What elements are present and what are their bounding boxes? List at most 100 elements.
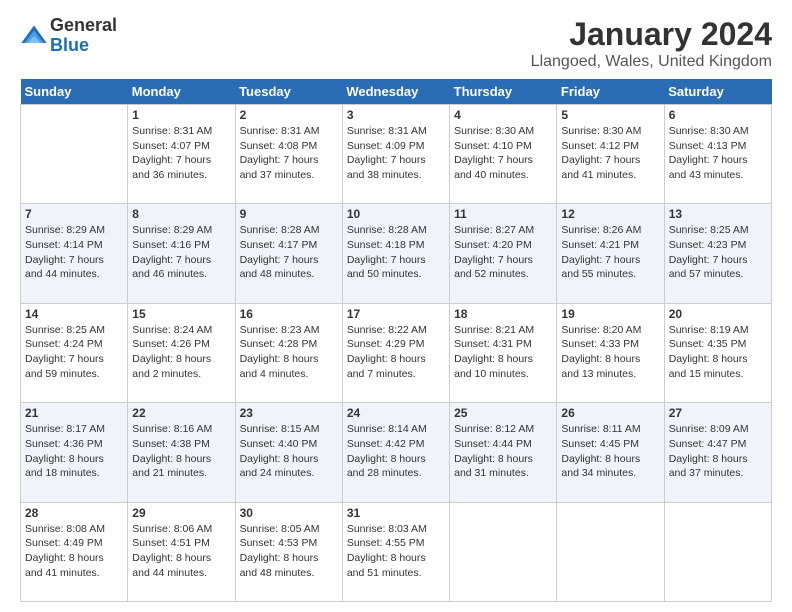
sunrise-time: Sunrise: 8:09 AM — [669, 423, 749, 435]
sunrise-time: Sunrise: 8:05 AM — [240, 523, 320, 535]
day-number: 2 — [240, 108, 338, 122]
daylight-hours: Daylight: 8 hours and 37 minutes. — [669, 453, 748, 480]
table-row: 29 Sunrise: 8:06 AM Sunset: 4:51 PM Dayl… — [128, 502, 235, 601]
day-number: 6 — [669, 108, 767, 122]
day-number: 8 — [132, 207, 230, 221]
header-tuesday: Tuesday — [235, 79, 342, 105]
sunrise-time: Sunrise: 8:08 AM — [25, 523, 105, 535]
day-info: Sunrise: 8:31 AM Sunset: 4:08 PM Dayligh… — [240, 124, 338, 183]
daylight-hours: Daylight: 8 hours and 31 minutes. — [454, 453, 533, 480]
sunset-time: Sunset: 4:29 PM — [347, 338, 425, 350]
day-number: 4 — [454, 108, 552, 122]
table-row: 17 Sunrise: 8:22 AM Sunset: 4:29 PM Dayl… — [342, 303, 449, 402]
sunset-time: Sunset: 4:18 PM — [347, 239, 425, 251]
sunrise-time: Sunrise: 8:03 AM — [347, 523, 427, 535]
sunrise-time: Sunrise: 8:16 AM — [132, 423, 212, 435]
sunset-time: Sunset: 4:26 PM — [132, 338, 210, 350]
page: General Blue January 2024 Llangoed, Wale… — [0, 0, 792, 612]
sunset-time: Sunset: 4:44 PM — [454, 438, 532, 450]
calendar-week-row: 1 Sunrise: 8:31 AM Sunset: 4:07 PM Dayli… — [21, 105, 772, 204]
daylight-hours: Daylight: 8 hours and 21 minutes. — [132, 453, 211, 480]
table-row: 2 Sunrise: 8:31 AM Sunset: 4:08 PM Dayli… — [235, 105, 342, 204]
table-row — [450, 502, 557, 601]
table-row: 20 Sunrise: 8:19 AM Sunset: 4:35 PM Dayl… — [664, 303, 771, 402]
day-number: 19 — [561, 307, 659, 321]
day-number: 18 — [454, 307, 552, 321]
sunset-time: Sunset: 4:42 PM — [347, 438, 425, 450]
table-row — [557, 502, 664, 601]
day-info: Sunrise: 8:29 AM Sunset: 4:14 PM Dayligh… — [25, 223, 123, 282]
sunrise-time: Sunrise: 8:12 AM — [454, 423, 534, 435]
daylight-hours: Daylight: 7 hours and 37 minutes. — [240, 154, 319, 181]
day-number: 30 — [240, 506, 338, 520]
sunset-time: Sunset: 4:51 PM — [132, 537, 210, 549]
logo: General Blue — [20, 16, 117, 56]
sunrise-time: Sunrise: 8:28 AM — [240, 224, 320, 236]
sunset-time: Sunset: 4:45 PM — [561, 438, 639, 450]
sunrise-time: Sunrise: 8:25 AM — [25, 324, 105, 336]
day-info: Sunrise: 8:03 AM Sunset: 4:55 PM Dayligh… — [347, 522, 445, 581]
day-number: 10 — [347, 207, 445, 221]
day-info: Sunrise: 8:31 AM Sunset: 4:09 PM Dayligh… — [347, 124, 445, 183]
day-number: 14 — [25, 307, 123, 321]
day-number: 13 — [669, 207, 767, 221]
sunrise-time: Sunrise: 8:06 AM — [132, 523, 212, 535]
daylight-hours: Daylight: 8 hours and 34 minutes. — [561, 453, 640, 480]
daylight-hours: Daylight: 8 hours and 10 minutes. — [454, 353, 533, 380]
daylight-hours: Daylight: 8 hours and 28 minutes. — [347, 453, 426, 480]
day-number: 7 — [25, 207, 123, 221]
day-info: Sunrise: 8:28 AM Sunset: 4:17 PM Dayligh… — [240, 223, 338, 282]
table-row: 23 Sunrise: 8:15 AM Sunset: 4:40 PM Dayl… — [235, 403, 342, 502]
day-number: 15 — [132, 307, 230, 321]
daylight-hours: Daylight: 8 hours and 51 minutes. — [347, 552, 426, 579]
day-info: Sunrise: 8:15 AM Sunset: 4:40 PM Dayligh… — [240, 422, 338, 481]
calendar-table: Sunday Monday Tuesday Wednesday Thursday… — [20, 79, 772, 602]
daylight-hours: Daylight: 7 hours and 43 minutes. — [669, 154, 748, 181]
sunrise-time: Sunrise: 8:21 AM — [454, 324, 534, 336]
table-row: 1 Sunrise: 8:31 AM Sunset: 4:07 PM Dayli… — [128, 105, 235, 204]
sunset-time: Sunset: 4:36 PM — [25, 438, 103, 450]
daylight-hours: Daylight: 7 hours and 55 minutes. — [561, 254, 640, 281]
sunrise-time: Sunrise: 8:29 AM — [25, 224, 105, 236]
table-row: 15 Sunrise: 8:24 AM Sunset: 4:26 PM Dayl… — [128, 303, 235, 402]
header-wednesday: Wednesday — [342, 79, 449, 105]
day-number: 3 — [347, 108, 445, 122]
day-number: 17 — [347, 307, 445, 321]
sunset-time: Sunset: 4:49 PM — [25, 537, 103, 549]
table-row: 12 Sunrise: 8:26 AM Sunset: 4:21 PM Dayl… — [557, 204, 664, 303]
logo-icon — [20, 22, 48, 50]
table-row: 4 Sunrise: 8:30 AM Sunset: 4:10 PM Dayli… — [450, 105, 557, 204]
table-row: 5 Sunrise: 8:30 AM Sunset: 4:12 PM Dayli… — [557, 105, 664, 204]
table-row: 24 Sunrise: 8:14 AM Sunset: 4:42 PM Dayl… — [342, 403, 449, 502]
day-number: 5 — [561, 108, 659, 122]
daylight-hours: Daylight: 7 hours and 57 minutes. — [669, 254, 748, 281]
calendar-week-row: 14 Sunrise: 8:25 AM Sunset: 4:24 PM Dayl… — [21, 303, 772, 402]
table-row — [664, 502, 771, 601]
table-row — [21, 105, 128, 204]
day-info: Sunrise: 8:24 AM Sunset: 4:26 PM Dayligh… — [132, 323, 230, 382]
daylight-hours: Daylight: 7 hours and 59 minutes. — [25, 353, 104, 380]
day-number: 24 — [347, 406, 445, 420]
daylight-hours: Daylight: 7 hours and 38 minutes. — [347, 154, 426, 181]
day-info: Sunrise: 8:26 AM Sunset: 4:21 PM Dayligh… — [561, 223, 659, 282]
month-title: January 2024 — [531, 16, 772, 53]
header-thursday: Thursday — [450, 79, 557, 105]
table-row: 25 Sunrise: 8:12 AM Sunset: 4:44 PM Dayl… — [450, 403, 557, 502]
sunset-time: Sunset: 4:38 PM — [132, 438, 210, 450]
sunrise-time: Sunrise: 8:11 AM — [561, 423, 640, 435]
calendar-week-row: 7 Sunrise: 8:29 AM Sunset: 4:14 PM Dayli… — [21, 204, 772, 303]
sunrise-time: Sunrise: 8:30 AM — [454, 125, 534, 137]
sunset-time: Sunset: 4:55 PM — [347, 537, 425, 549]
logo-text: General Blue — [50, 16, 117, 56]
sunrise-time: Sunrise: 8:30 AM — [561, 125, 641, 137]
day-info: Sunrise: 8:31 AM Sunset: 4:07 PM Dayligh… — [132, 124, 230, 183]
sunrise-time: Sunrise: 8:17 AM — [25, 423, 105, 435]
sunrise-time: Sunrise: 8:26 AM — [561, 224, 641, 236]
daylight-hours: Daylight: 7 hours and 50 minutes. — [347, 254, 426, 281]
sunset-time: Sunset: 4:09 PM — [347, 140, 425, 152]
sunrise-time: Sunrise: 8:25 AM — [669, 224, 749, 236]
sunrise-time: Sunrise: 8:30 AM — [669, 125, 749, 137]
sunset-time: Sunset: 4:33 PM — [561, 338, 639, 350]
daylight-hours: Daylight: 8 hours and 15 minutes. — [669, 353, 748, 380]
sunrise-time: Sunrise: 8:22 AM — [347, 324, 427, 336]
